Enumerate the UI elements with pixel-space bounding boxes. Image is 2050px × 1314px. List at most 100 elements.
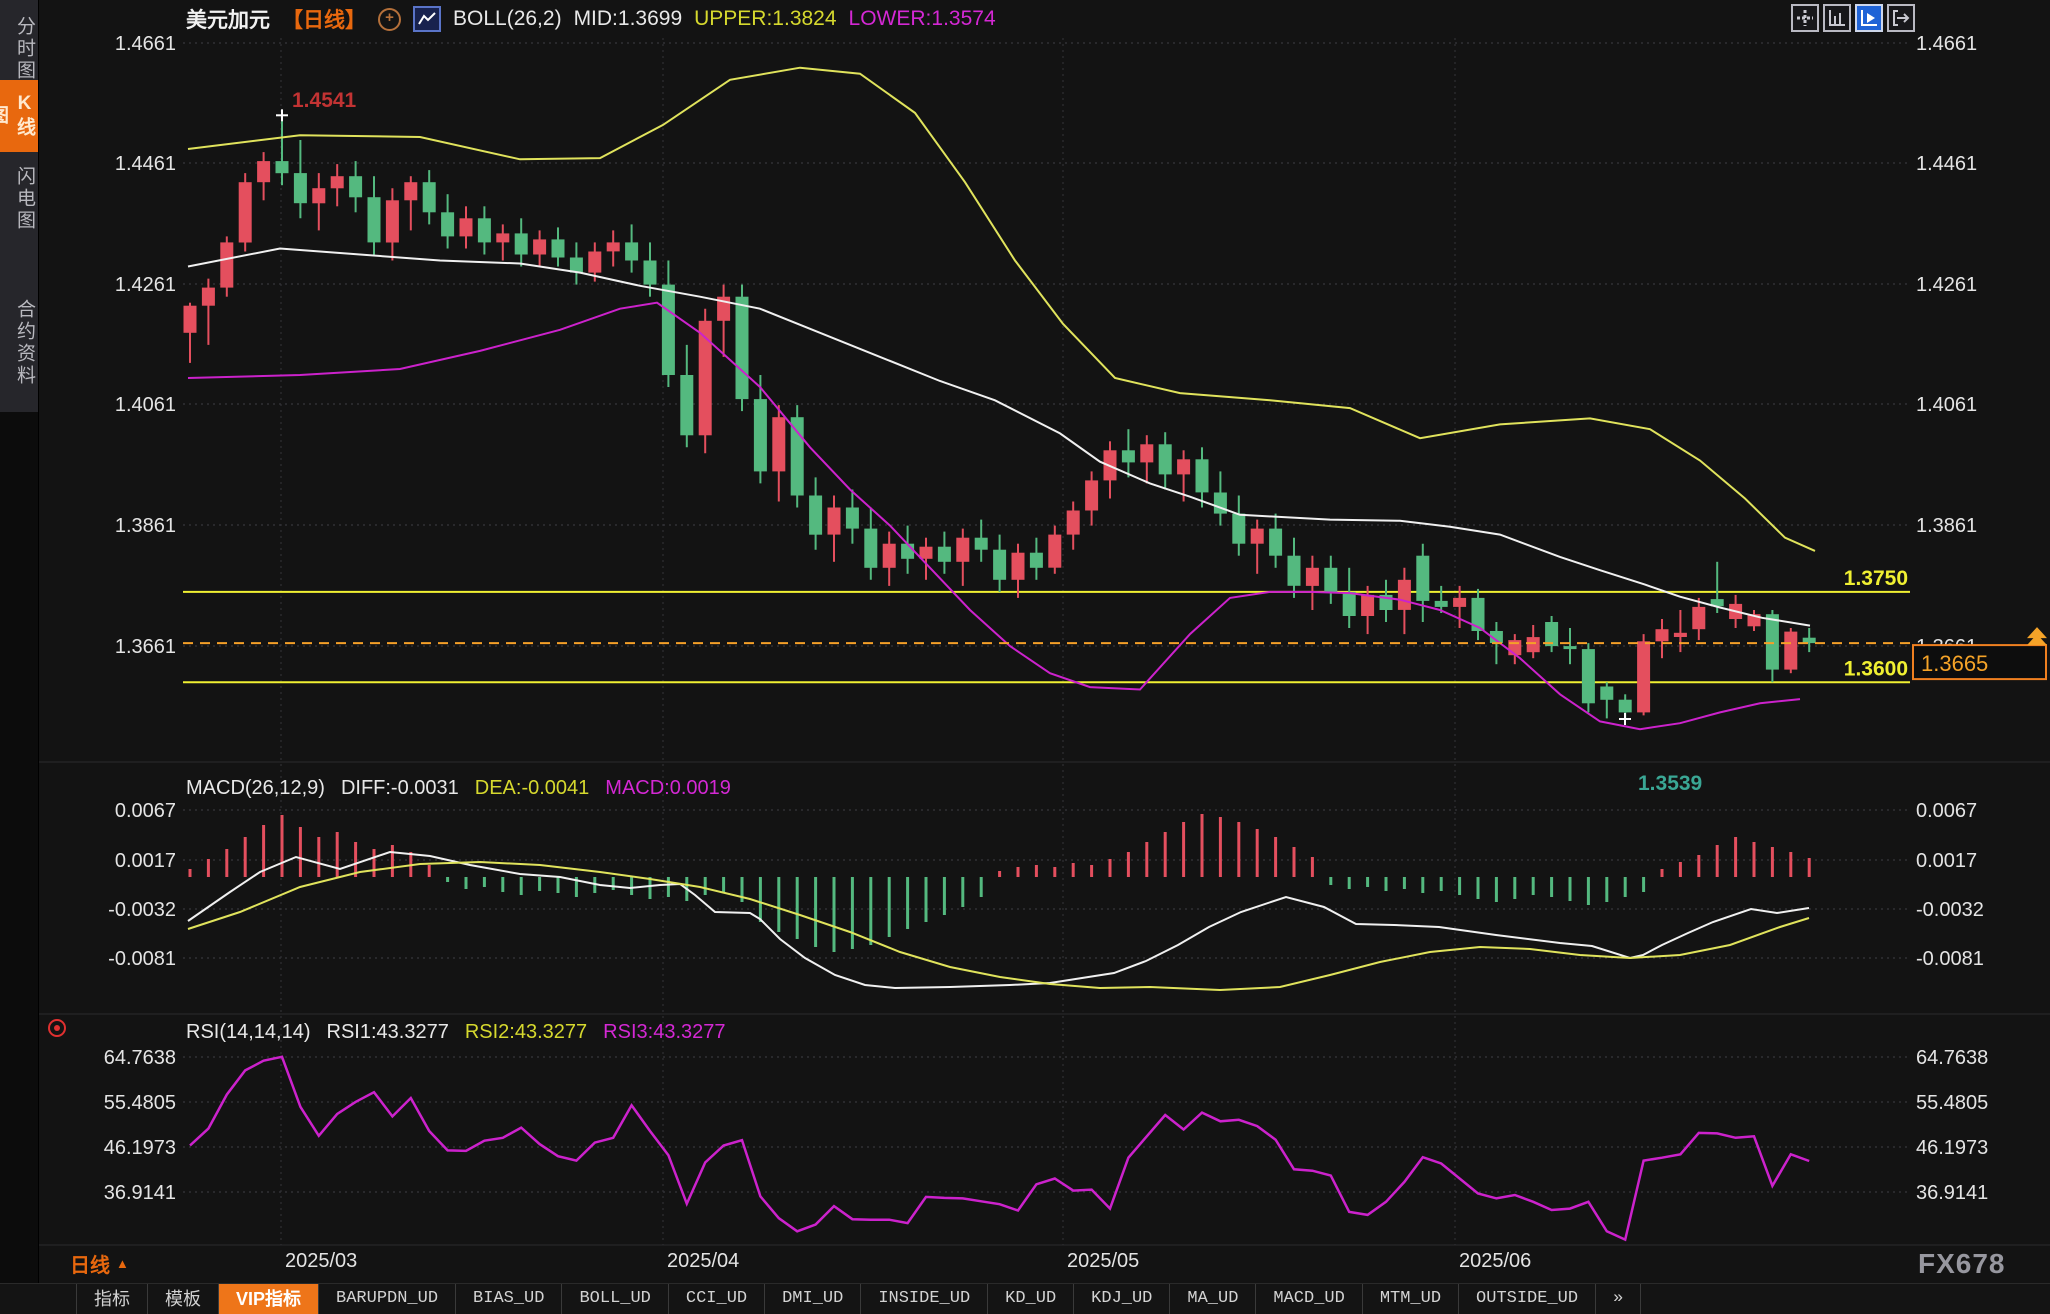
boll-mid-label: MID:1.3699 <box>574 7 683 31</box>
svg-text:1.3665: 1.3665 <box>1921 651 1988 676</box>
sidebar-item-kline[interactable]: K线图 <box>0 80 38 152</box>
chart-type-icon[interactable] <box>413 6 441 32</box>
rsi1-label: RSI1:43.3277 <box>327 1021 449 1044</box>
tab-templates[interactable]: 模板 <box>148 1284 219 1314</box>
rsi-line <box>190 1057 1809 1240</box>
svg-text:2025/03: 2025/03 <box>285 1250 357 1272</box>
tab-outside-ud[interactable]: OUTSIDE_UD <box>1459 1284 1596 1314</box>
svg-text:-0.0081: -0.0081 <box>1916 948 1984 970</box>
tab-kdj-ud[interactable]: KDJ_UD <box>1074 1284 1170 1314</box>
svg-text:55.4805: 55.4805 <box>1916 1092 1988 1114</box>
period-label[interactable]: 【日线】 <box>282 4 366 34</box>
left-sidebar: 分时图 K线图 闪电图 合约资料 <box>0 0 39 1283</box>
move-crosshair-icon[interactable] <box>1791 4 1819 32</box>
add-indicator-icon[interactable]: + <box>378 8 401 31</box>
tab-indicators[interactable]: 指标 <box>77 1284 148 1314</box>
svg-text:1.4661: 1.4661 <box>115 33 176 55</box>
sidebar-item-timeline[interactable]: 分时图 <box>0 12 38 86</box>
svg-text:2025/05: 2025/05 <box>1067 1250 1139 1272</box>
chart-svg[interactable]: 1.46611.46611.44611.44611.42611.42611.40… <box>0 0 2050 1283</box>
toolbar <box>1791 4 1915 32</box>
resistance-label: 1.3750 <box>1844 567 1908 590</box>
svg-text:-0.0032: -0.0032 <box>108 899 176 921</box>
svg-text:1.4261: 1.4261 <box>1916 274 1977 296</box>
tab-mtm-ud[interactable]: MTM_UD <box>1363 1284 1459 1314</box>
chart-canvas[interactable]: 1.46611.46611.44611.44611.42611.42611.40… <box>0 0 2050 1283</box>
svg-text:46.1973: 46.1973 <box>104 1137 176 1159</box>
svg-text:64.7638: 64.7638 <box>1916 1047 1988 1069</box>
sidebar-item-flash[interactable]: 闪电图 <box>0 162 38 236</box>
support-label: 1.3600 <box>1844 657 1908 680</box>
boll-upper-label: UPPER:1.3824 <box>694 7 836 31</box>
tab-vip[interactable]: VIP指标 <box>219 1284 319 1314</box>
target-icon[interactable] <box>48 1019 66 1037</box>
svg-text:0.0067: 0.0067 <box>1916 800 1977 822</box>
collapse-right-icon[interactable] <box>1887 4 1915 32</box>
svg-text:2025/06: 2025/06 <box>1459 1250 1531 1272</box>
tab-bias-ud[interactable]: BIAS_UD <box>456 1284 562 1314</box>
macd-histogram <box>190 814 1809 952</box>
rsi-params-label: RSI(14,14,14) <box>186 1021 311 1044</box>
tab-barupdn-ud[interactable]: BARUPDN_UD <box>319 1284 456 1314</box>
sidebar-filler <box>0 412 38 1283</box>
low-price-label: 1.3539 <box>1638 772 1702 795</box>
tab-macd-ud[interactable]: MACD_UD <box>1256 1284 1362 1314</box>
month-gridlines <box>281 38 1455 1245</box>
boll-params-label: BOLL(26,2) <box>453 7 562 31</box>
tab-bar-lead <box>0 1284 77 1314</box>
svg-text:-0.0032: -0.0032 <box>1916 899 1984 921</box>
macd-macd-label: MACD:0.0019 <box>605 777 731 800</box>
macd-header: MACD(26,12,9) DIFF:-0.0031 DEA:-0.0041 M… <box>186 777 731 800</box>
svg-text:1.3861: 1.3861 <box>1916 515 1977 537</box>
boll-lower-label: LOWER:1.3574 <box>849 7 996 31</box>
level-lines[interactable] <box>183 592 1910 682</box>
svg-text:1.4061: 1.4061 <box>1916 394 1977 416</box>
timeframe-button[interactable]: 日线 ▲ <box>70 1249 129 1278</box>
high-price-label: 1.4541 <box>292 89 357 112</box>
svg-text:0.0017: 0.0017 <box>115 850 176 872</box>
chart-header: 美元加元 【日线】 + BOLL(26,2) MID:1.3699 UPPER:… <box>186 4 996 34</box>
rsi-header: RSI(14,14,14) RSI1:43.3277 RSI2:43.3277 … <box>186 1021 726 1044</box>
boll-lower-line <box>188 303 1800 730</box>
tab-cci-ud[interactable]: CCI_UD <box>669 1284 765 1314</box>
price-up-arrow-icon <box>2027 627 2047 645</box>
macd-dea-line <box>188 862 1809 990</box>
tab-more[interactable]: » <box>1596 1284 1641 1314</box>
svg-text:64.7638: 64.7638 <box>104 1047 176 1069</box>
sidebar-item-contract[interactable]: 合约资料 <box>0 295 38 391</box>
svg-text:0.0067: 0.0067 <box>115 800 176 822</box>
tab-boll-ud[interactable]: BOLL_UD <box>562 1284 668 1314</box>
macd-diff-label: DIFF:-0.0031 <box>341 777 459 800</box>
tab-dmi-ud[interactable]: DMI_UD <box>765 1284 861 1314</box>
svg-text:2025/04: 2025/04 <box>667 1250 739 1272</box>
svg-text:36.9141: 36.9141 <box>1916 1182 1988 1204</box>
svg-text:55.4805: 55.4805 <box>104 1092 176 1114</box>
tab-inside-ud[interactable]: INSIDE_UD <box>861 1284 988 1314</box>
tab-kd-ud[interactable]: KD_UD <box>988 1284 1074 1314</box>
low-marker <box>1619 713 1631 725</box>
svg-text:1.4461: 1.4461 <box>115 153 176 175</box>
axis-scale-icon[interactable] <box>1823 4 1851 32</box>
rsi2-label: RSI2:43.3277 <box>465 1021 587 1044</box>
symbol-title: 美元加元 <box>186 4 270 34</box>
auto-scroll-icon[interactable] <box>1855 4 1883 32</box>
svg-text:1.4661: 1.4661 <box>1916 33 1977 55</box>
panel-dividers <box>39 762 2050 1245</box>
macd-dea-label: DEA:-0.0041 <box>475 777 590 800</box>
bottom-tab-bar: 指标 模板 VIP指标 BARUPDN_UD BIAS_UD BOLL_UD C… <box>0 1283 2050 1314</box>
svg-text:36.9141: 36.9141 <box>104 1182 176 1204</box>
chevron-up-icon: ▲ <box>116 1256 129 1271</box>
brand-watermark: FX678 <box>1918 1248 2006 1280</box>
tab-ma-ud[interactable]: MA_UD <box>1170 1284 1256 1314</box>
candlestick-series <box>184 115 1816 719</box>
svg-text:0.0017: 0.0017 <box>1916 850 1977 872</box>
rsi3-label: RSI3:43.3277 <box>603 1021 725 1044</box>
app-window: 1.46611.46611.44611.44611.42611.42611.40… <box>0 0 2050 1314</box>
svg-text:-0.0081: -0.0081 <box>108 948 176 970</box>
svg-text:1.3861: 1.3861 <box>115 515 176 537</box>
svg-text:1.4461: 1.4461 <box>1916 153 1977 175</box>
last-price-badge: 1.3665 <box>1913 627 2047 679</box>
macd-params-label: MACD(26,12,9) <box>186 777 325 800</box>
svg-text:1.3661: 1.3661 <box>115 636 176 658</box>
svg-text:46.1973: 46.1973 <box>1916 1137 1988 1159</box>
